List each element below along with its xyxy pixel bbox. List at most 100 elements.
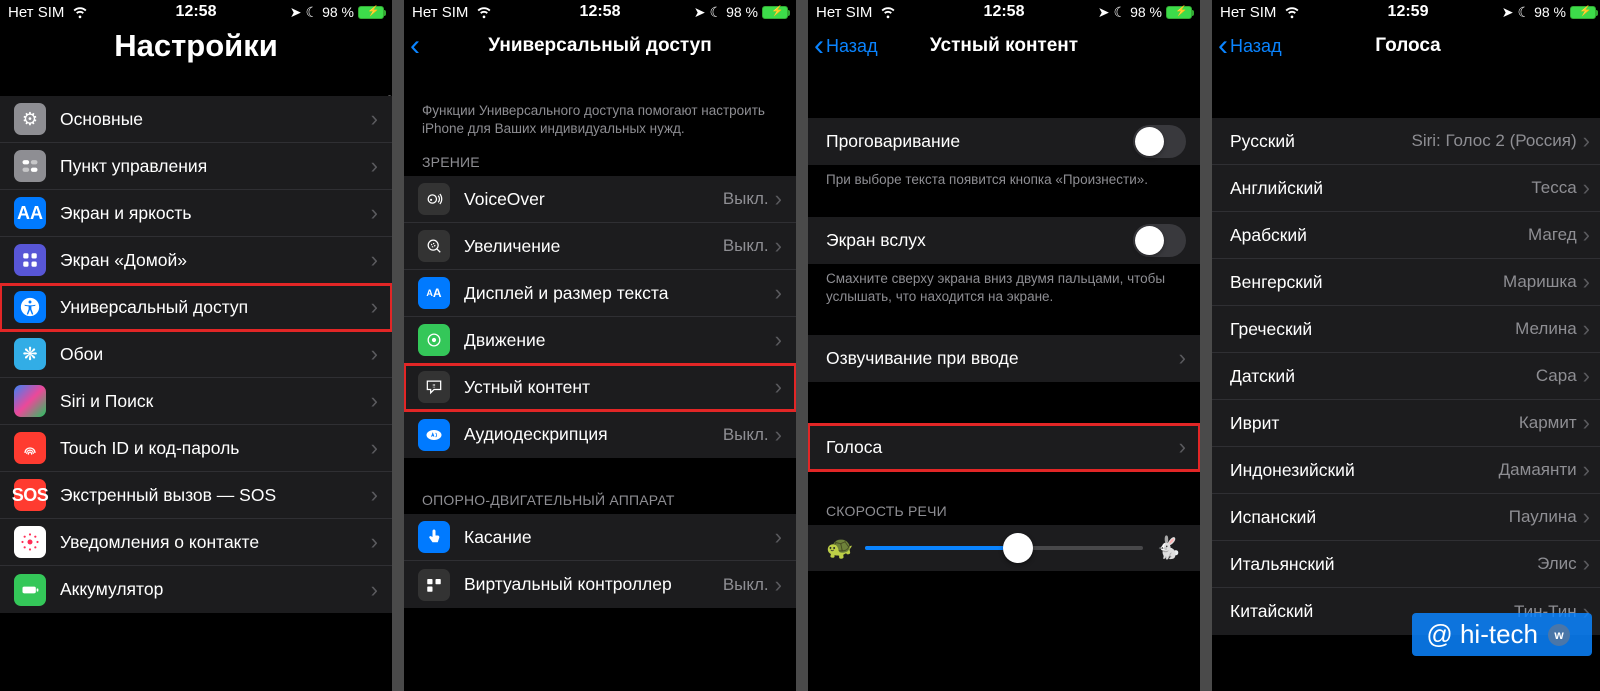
- chevron-right-icon: ›: [1583, 271, 1590, 293]
- settings-row-display[interactable]: AA Экран и яркость ›: [0, 190, 392, 237]
- chevron-right-icon: ›: [371, 437, 378, 459]
- wifi-icon: [877, 0, 899, 25]
- chevron-right-icon: ›: [1583, 459, 1590, 481]
- carrier-text: Нет SIM: [412, 4, 468, 21]
- row-touch[interactable]: Касание ›: [404, 514, 796, 561]
- row-display-text[interactable]: AA Дисплей и размер текста ›: [404, 270, 796, 317]
- settings-row-exposure[interactable]: Уведомления о контакте ›: [0, 519, 392, 566]
- voice-row[interactable]: ИвритКармит›: [1212, 400, 1600, 447]
- voice-row[interactable]: ДатскийСара›: [1212, 353, 1600, 400]
- settings-row-accessibility[interactable]: Универсальный доступ ›: [0, 284, 392, 331]
- sos-icon: SOS: [14, 479, 46, 511]
- settings-row-sos[interactable]: SOS Экстренный вызов — SOS ›: [0, 472, 392, 519]
- wifi-icon: [473, 0, 495, 25]
- row-zoom[interactable]: Увеличение Выкл. ›: [404, 223, 796, 270]
- toggle-speak-selection[interactable]: [1133, 125, 1186, 158]
- status-bar: Нет SIM 12:58 ➤ ☾ 98 % ⚡: [0, 0, 392, 24]
- motion-icon: [418, 324, 450, 356]
- battery-percent: 98 %: [1130, 4, 1162, 20]
- settings-row-touchid[interactable]: Touch ID и код-пароль ›: [0, 425, 392, 472]
- chevron-right-icon: ›: [775, 376, 782, 398]
- row-motion[interactable]: Движение ›: [404, 317, 796, 364]
- carrier-text: Нет SIM: [8, 4, 64, 21]
- voice-row[interactable]: ИтальянскийЭлис›: [1212, 541, 1600, 588]
- back-button[interactable]: ‹ Назад: [814, 36, 878, 57]
- switch-control-icon: [418, 569, 450, 601]
- zoom-icon: [418, 230, 450, 262]
- speech-rate-slider[interactable]: [865, 546, 1142, 550]
- chevron-right-icon: ›: [1583, 177, 1590, 199]
- toggles-icon: [14, 150, 46, 182]
- settings-row-siri[interactable]: Siri и Поиск ›: [0, 378, 392, 425]
- moon-icon: ☾: [710, 4, 723, 21]
- wifi-icon: [69, 0, 91, 25]
- row-speak-screen[interactable]: Экран вслух: [808, 217, 1200, 264]
- settings-row-home-screen[interactable]: Экран «Домой» ›: [0, 237, 392, 284]
- chevron-right-icon: ›: [1583, 365, 1590, 387]
- chevron-right-icon: ›: [775, 424, 782, 446]
- chevron-right-icon: ›: [371, 155, 378, 177]
- chevron-right-icon: ›: [371, 343, 378, 365]
- chevron-left-icon: ‹: [814, 37, 824, 55]
- battery-icon: [14, 574, 46, 606]
- battery-percent: 98 %: [322, 4, 354, 20]
- text-size-icon: AA: [418, 277, 450, 309]
- voice-row[interactable]: ВенгерскийМаришка›: [1212, 259, 1600, 306]
- chevron-right-icon: ›: [1179, 436, 1186, 458]
- chevron-right-icon: ›: [775, 574, 782, 596]
- toggle-speak-screen[interactable]: [1133, 224, 1186, 257]
- row-typing-feedback[interactable]: Озвучивание при вводе ›: [808, 335, 1200, 382]
- touch-icon: [418, 521, 450, 553]
- row-spoken-content[interactable]: ⠿ Устный контент ›: [404, 364, 796, 411]
- exposure-icon: [14, 526, 46, 558]
- row-switch-control[interactable]: Виртуальный контроллер Выкл. ›: [404, 561, 796, 608]
- speech-rate-slider-row: 🐢 🐇: [808, 525, 1200, 571]
- chevron-right-icon: ›: [371, 390, 378, 412]
- chevron-right-icon: ›: [371, 202, 378, 224]
- moon-icon: ☾: [306, 4, 319, 21]
- battery-icon: ⚡: [1570, 6, 1596, 19]
- settings-row-battery[interactable]: Аккумулятор ›: [0, 566, 392, 613]
- location-icon: ➤: [1502, 4, 1514, 21]
- page-title: Устный контент: [930, 35, 1078, 57]
- status-time: 12:58: [580, 3, 621, 21]
- chevron-right-icon: ›: [1583, 553, 1590, 575]
- chevron-right-icon: ›: [1583, 318, 1590, 340]
- chevron-right-icon: ›: [371, 531, 378, 553]
- group-header-vision: ЗРЕНИЕ: [404, 148, 796, 176]
- page-title: Универсальный доступ: [488, 35, 711, 57]
- voiceover-icon: [418, 183, 450, 215]
- voice-row[interactable]: ИспанскийПаулина›: [1212, 494, 1600, 541]
- screen-accessibility: Нет SIM 12:58 ➤ ☾ 98 % ⚡ ‹ Универсальный…: [404, 0, 796, 691]
- back-button[interactable]: ‹ Назад: [1218, 36, 1282, 57]
- settings-row-control-center[interactable]: Пункт управления ›: [0, 143, 392, 190]
- location-icon: ➤: [1098, 4, 1110, 21]
- battery-icon: ⚡: [1166, 6, 1192, 19]
- page-title: Голоса: [1375, 35, 1441, 57]
- location-icon: ➤: [694, 4, 706, 21]
- screen-settings: Нет SIM 12:58 ➤ ☾ 98 % ⚡ Настройки ⚙ Осн…: [0, 0, 392, 691]
- vk-icon: w: [1548, 624, 1570, 646]
- row-voiceover[interactable]: VoiceOver Выкл. ›: [404, 176, 796, 223]
- settings-row-general[interactable]: ⚙ Основные ›: [0, 96, 392, 143]
- row-voices[interactable]: Голоса ›: [808, 424, 1200, 471]
- row-audio-description[interactable]: Аудиодескрипция Выкл. ›: [404, 411, 796, 458]
- chevron-right-icon: ›: [1583, 412, 1590, 434]
- status-time: 12:58: [176, 3, 217, 21]
- voice-row[interactable]: ГреческийМелина›: [1212, 306, 1600, 353]
- chevron-left-icon: ‹: [410, 37, 420, 55]
- voice-row[interactable]: АнглийскийТесса›: [1212, 165, 1600, 212]
- chevron-right-icon: ›: [775, 282, 782, 304]
- voice-row[interactable]: ИндонезийскийДамаянти›: [1212, 447, 1600, 494]
- voice-row[interactable]: РусскийSiri: Голос 2 (Россия)›: [1212, 118, 1600, 165]
- row-speak-selection[interactable]: Проговаривание: [808, 118, 1200, 165]
- settings-row-wallpaper[interactable]: ❋ Обои ›: [0, 331, 392, 378]
- voice-row[interactable]: АрабскийМагед›: [1212, 212, 1600, 259]
- battery-percent: 98 %: [1534, 4, 1566, 20]
- chevron-right-icon: ›: [775, 329, 782, 351]
- chevron-right-icon: ›: [371, 579, 378, 601]
- back-button[interactable]: ‹: [410, 37, 422, 55]
- wallpaper-icon: ❋: [14, 338, 46, 370]
- chevron-right-icon: ›: [775, 235, 782, 257]
- note-speak-selection: При выборе текста появится кнопка «Произ…: [808, 165, 1200, 199]
